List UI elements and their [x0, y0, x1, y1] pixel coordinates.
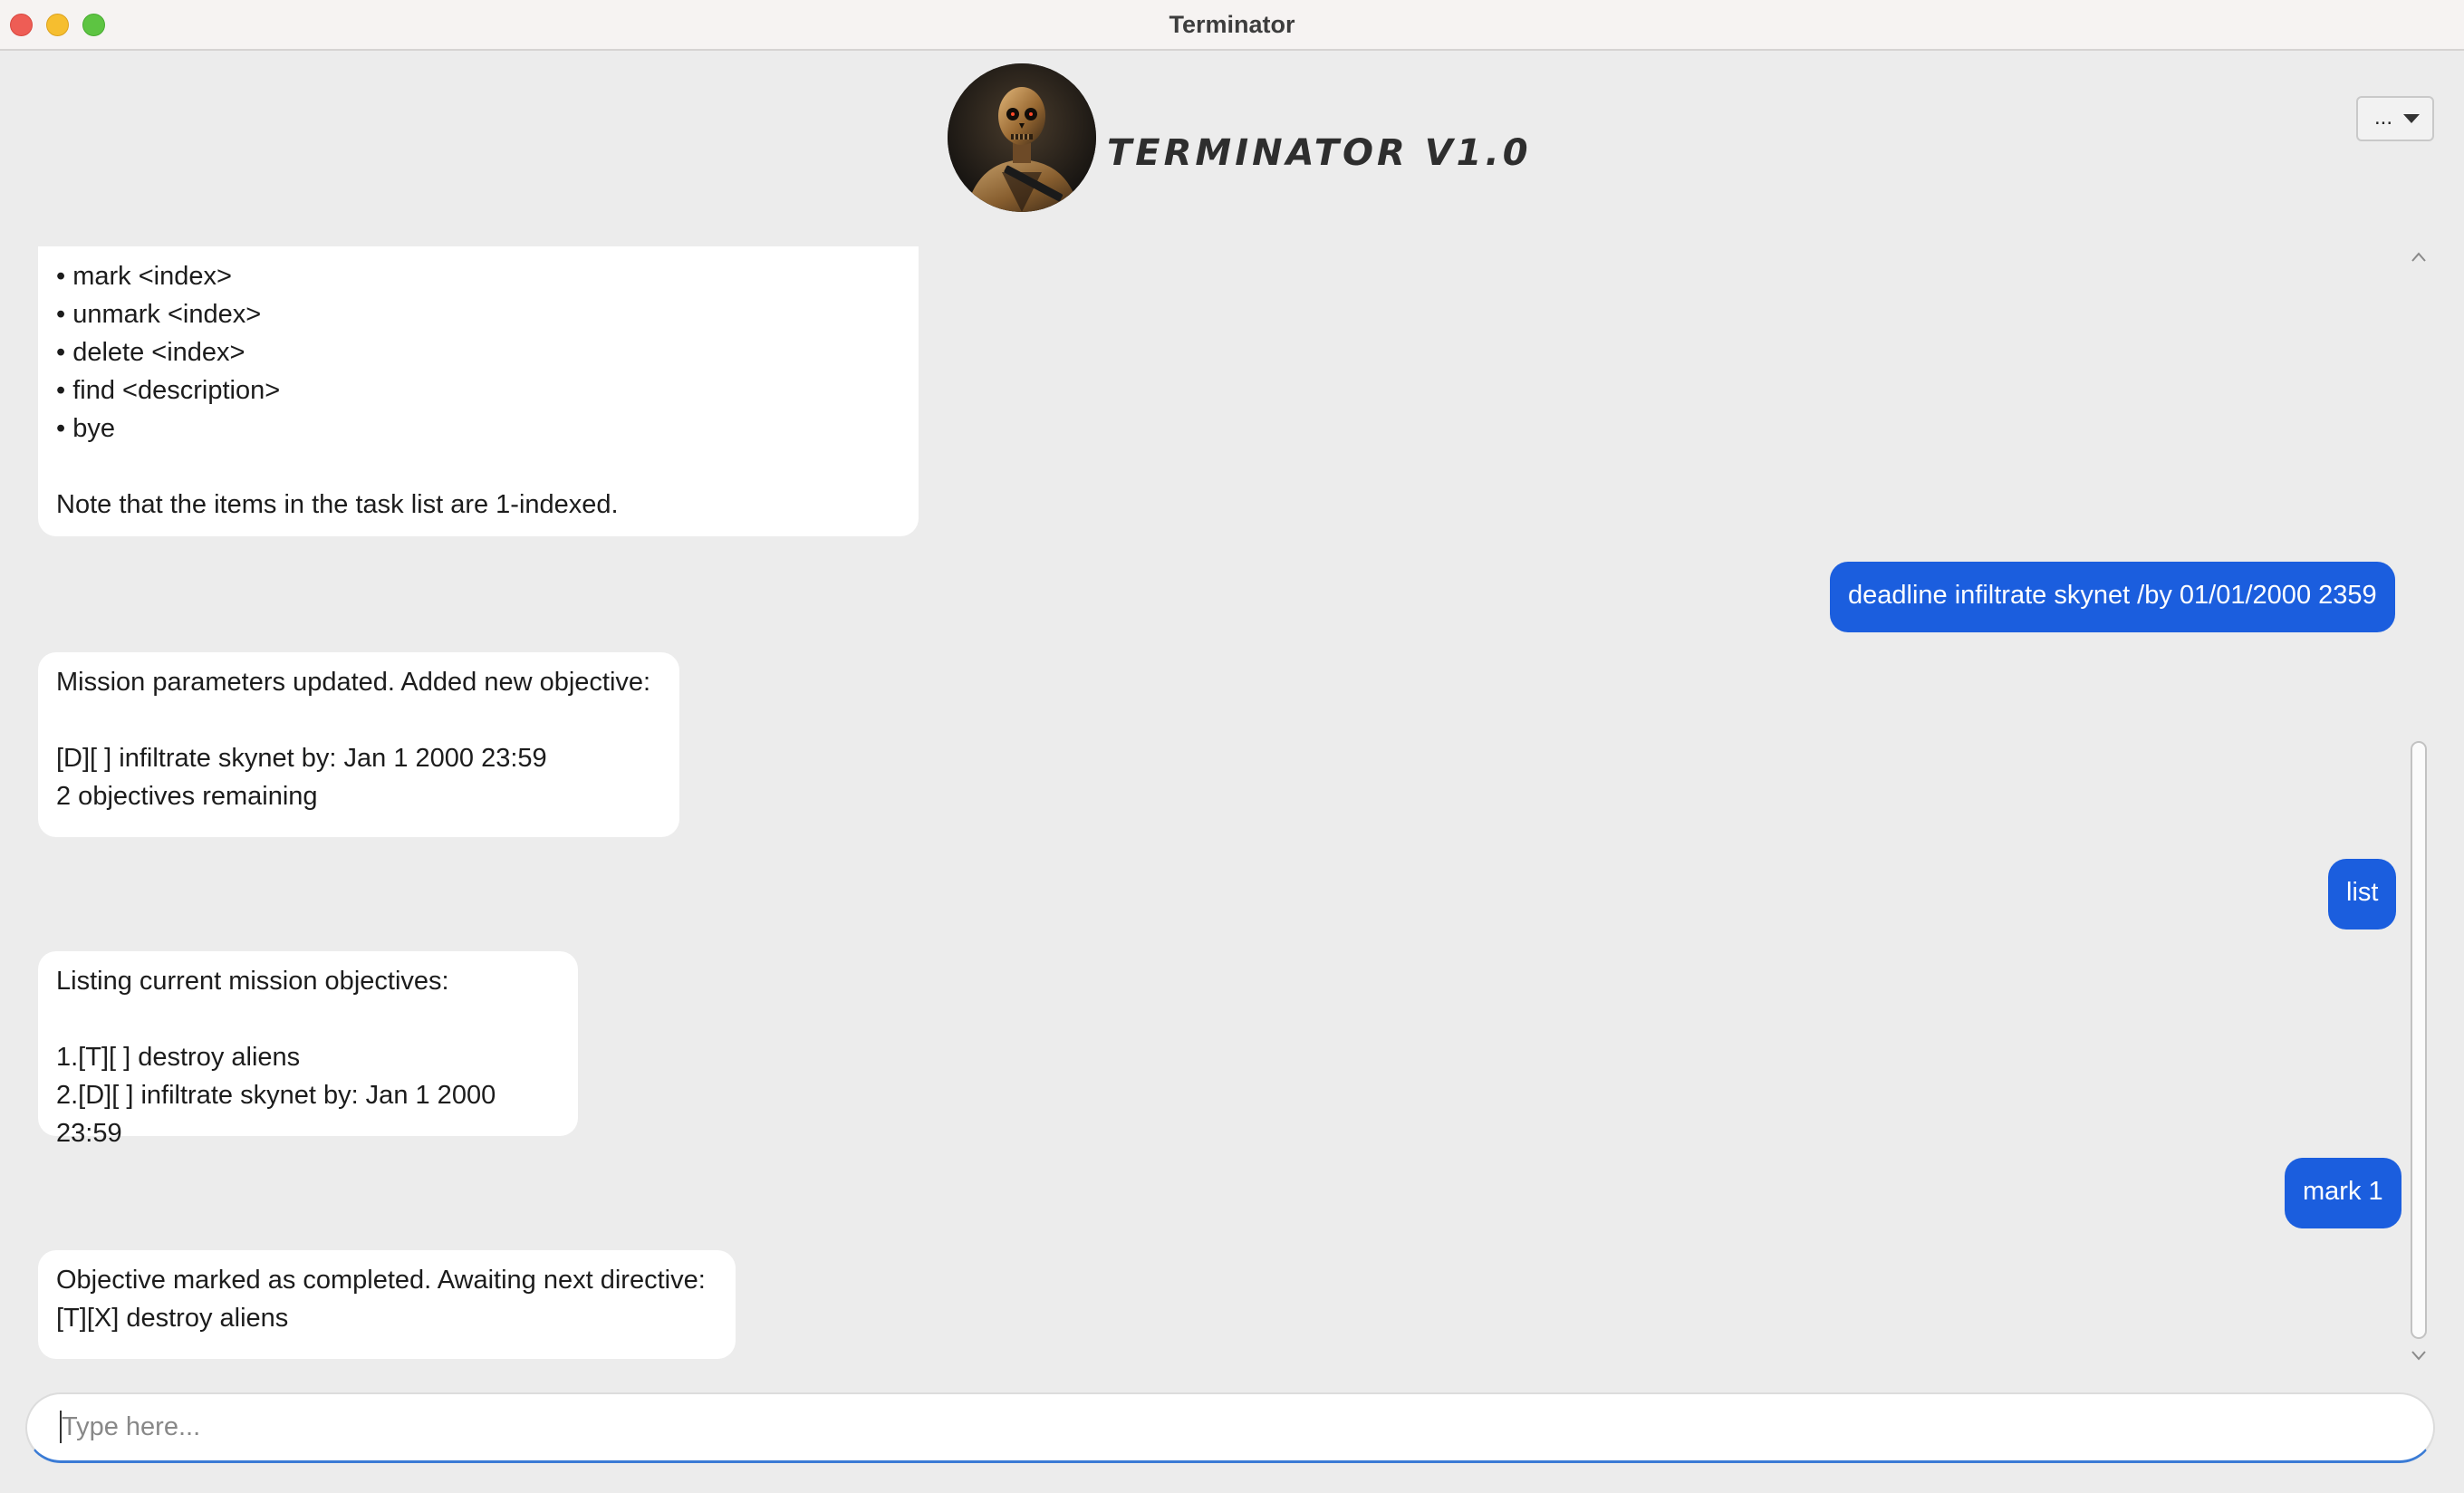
user-message: mark 1: [2285, 1158, 2401, 1228]
terminator-avatar-icon: [948, 63, 1096, 212]
chat-scrollbar[interactable]: [2404, 246, 2433, 1368]
title-bar: Terminator: [0, 0, 2464, 51]
app-title: TERMINATOR V1.0: [1107, 132, 1532, 174]
bot-message: Mission parameters updated. Added new ob…: [38, 652, 679, 837]
app-header: TERMINATOR V1.0 ...: [0, 53, 2464, 243]
bot-message: Objective marked as completed. Awaiting …: [38, 1250, 736, 1359]
text-cursor: [60, 1411, 62, 1443]
user-message: list: [2328, 859, 2397, 930]
menu-dropdown[interactable]: ...: [2356, 96, 2434, 141]
chevron-down-icon: [2403, 114, 2420, 123]
window-title: Terminator: [1169, 11, 1295, 38]
menu-dropdown-label: ...: [2374, 105, 2393, 130]
chat-history[interactable]: • mark <index> • unmark <index> • delete…: [0, 246, 2402, 1368]
bot-message: Listing current mission objectives: 1.[T…: [38, 951, 578, 1148]
scroll-down-arrow-icon[interactable]: [2410, 1346, 2428, 1364]
user-message: deadline infiltrate skynet /by 01/01/200…: [1830, 562, 2395, 632]
app-window: Terminator TERMINATOR V1.0 ... • mark <i…: [0, 0, 2464, 1493]
bot-message: • mark <index> • unmark <index> • delete…: [38, 246, 919, 536]
scroll-track[interactable]: [2411, 274, 2427, 1339]
scroll-up-arrow-icon[interactable]: [2410, 248, 2428, 266]
scroll-thumb[interactable]: [2411, 741, 2427, 1339]
message-input[interactable]: [25, 1392, 2435, 1463]
